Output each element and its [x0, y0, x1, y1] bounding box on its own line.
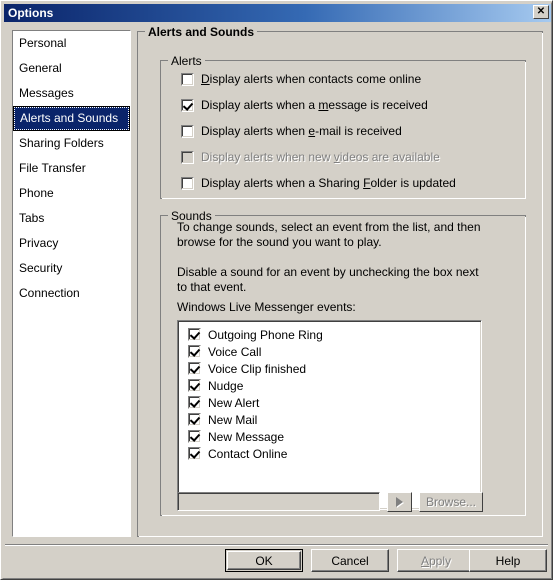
close-icon-glyph: ✕	[536, 6, 546, 17]
sidebar-item-phone[interactable]: Phone	[13, 181, 130, 206]
alert-checkbox-row[interactable]: Display alerts when e-mail is received	[181, 124, 402, 138]
cancel-button-label: Cancel	[331, 553, 369, 568]
sidebar-item-label: Phone	[19, 186, 54, 200]
ok-button-label: OK	[255, 553, 273, 568]
checkbox-icon[interactable]	[188, 379, 201, 392]
alert-checkbox-row[interactable]: Display alerts when a message is receive…	[181, 98, 428, 112]
alerts-group-label: Alerts	[168, 54, 205, 68]
event-list-item[interactable]: Voice Call	[178, 343, 481, 360]
checkbox-icon[interactable]	[188, 345, 201, 358]
sidebar-item-file-transfer[interactable]: File Transfer	[13, 156, 130, 181]
event-list-item[interactable]: Nudge	[178, 377, 481, 394]
event-list-item[interactable]: New Mail	[178, 411, 481, 428]
events-list[interactable]: Outgoing Phone Ring Voice Call Voice Clip …	[177, 320, 482, 510]
ok-button[interactable]: OK	[225, 549, 303, 572]
sidebar-item-messages[interactable]: Messages	[13, 81, 130, 106]
sidebar-item-tabs[interactable]: Tabs	[13, 206, 130, 231]
alert-checkbox-label: Display alerts when a Sharing Folder is …	[201, 176, 456, 190]
sidebar-item-sharing-folders[interactable]: Sharing Folders	[13, 131, 130, 156]
alert-checkbox-row: Display alerts when new videos are avail…	[181, 150, 440, 164]
checkbox-icon	[181, 150, 194, 164]
alert-checkbox-label: Display alerts when e-mail is received	[201, 124, 402, 138]
sidebar-item-label: Messages	[19, 86, 74, 100]
options-dialog: Options ✕ Personal General Messages Alerts …	[0, 0, 553, 580]
sidebar-item-privacy[interactable]: Privacy	[13, 231, 130, 256]
sound-path-input[interactable]	[177, 492, 380, 511]
browse-button[interactable]: Browse...	[419, 492, 483, 512]
event-list-item[interactable]: New Alert	[178, 394, 481, 411]
alert-checkbox-row[interactable]: Display alerts when a Sharing Folder is …	[181, 176, 456, 190]
checkbox-icon[interactable]	[188, 328, 201, 341]
sidebar-item-label: Personal	[19, 36, 67, 50]
play-sound-button[interactable]	[387, 492, 412, 512]
sidebar-item-label: Alerts and Sounds	[20, 111, 119, 125]
alert-checkbox-label: Display alerts when new videos are avail…	[201, 150, 440, 164]
sidebar-item-label: Connection	[19, 286, 80, 300]
sidebar-item-label: File Transfer	[19, 161, 86, 175]
event-list-item-label: Voice Call	[208, 344, 262, 359]
sidebar-item-security[interactable]: Security	[13, 256, 130, 281]
event-list-item[interactable]: New Message	[178, 428, 481, 445]
sidebar-item-label: General	[19, 61, 62, 75]
close-icon[interactable]: ✕	[533, 5, 549, 19]
sounds-description-1: To change sounds, select an event from t…	[177, 220, 481, 249]
checkbox-icon[interactable]	[188, 430, 201, 443]
event-list-item-label: Voice Clip finished	[208, 361, 307, 376]
event-list-item[interactable]: Outgoing Phone Ring	[178, 326, 481, 343]
help-button-label: Help	[495, 553, 521, 568]
checkbox-icon[interactable]	[188, 396, 201, 409]
apply-button-label: Apply	[420, 553, 452, 568]
event-list-item[interactable]: Voice Clip finished	[178, 360, 481, 377]
sidebar-item-label: Security	[19, 261, 63, 275]
sidebar-item-general[interactable]: General	[13, 56, 130, 81]
sidebar-item-label: Sharing Folders	[19, 136, 104, 150]
event-list-item-label: New Message	[208, 429, 285, 444]
cancel-button[interactable]: Cancel	[311, 549, 389, 572]
event-list-item-label: Contact Online	[208, 446, 288, 461]
event-list-item-label: Nudge	[208, 378, 244, 393]
window-title: Options	[8, 6, 54, 20]
title-bar: Options ✕	[4, 4, 551, 22]
checkbox-icon[interactable]	[181, 124, 194, 138]
sidebar-item-alerts-and-sounds[interactable]: Alerts and Sounds	[13, 106, 130, 131]
checkbox-icon[interactable]	[181, 72, 194, 86]
apply-button: Apply	[397, 549, 475, 572]
sidebar-item-label: Privacy	[19, 236, 59, 250]
checkbox-icon[interactable]	[181, 176, 194, 190]
event-list-item-label: New Alert	[208, 395, 260, 410]
event-list-item-label: New Mail	[208, 412, 258, 427]
checkbox-icon[interactable]	[188, 447, 201, 460]
page-title: Alerts and Sounds	[145, 25, 258, 39]
sidebar-item-personal[interactable]: Personal	[13, 31, 130, 56]
events-list-label: Windows Live Messenger events:	[177, 300, 356, 314]
help-button[interactable]: Help	[469, 549, 547, 572]
default-button-inner: OK	[227, 551, 301, 570]
play-triangle-icon	[396, 497, 403, 507]
alert-checkbox-row[interactable]: Display alerts when contacts come online	[181, 72, 421, 86]
alert-checkbox-label: Display alerts when a message is receive…	[201, 98, 428, 112]
sidebar-item-label: Tabs	[19, 211, 45, 225]
checkbox-icon[interactable]	[181, 98, 194, 112]
checkbox-icon[interactable]	[188, 413, 201, 426]
sidebar-item-connection[interactable]: Connection	[13, 281, 130, 306]
event-list-item-label: Outgoing Phone Ring	[208, 327, 323, 342]
footer-separator	[5, 544, 548, 546]
event-list-item[interactable]: Contact Online	[178, 445, 481, 462]
sounds-description-2: Disable a sound for an event by unchecki…	[177, 265, 479, 294]
checkbox-icon[interactable]	[188, 362, 201, 375]
alert-checkbox-label: Display alerts when contacts come online	[201, 72, 422, 86]
category-list[interactable]: Personal General Messages Alerts and Sounds…	[12, 30, 131, 537]
browse-button-label: Browse...	[425, 495, 476, 509]
